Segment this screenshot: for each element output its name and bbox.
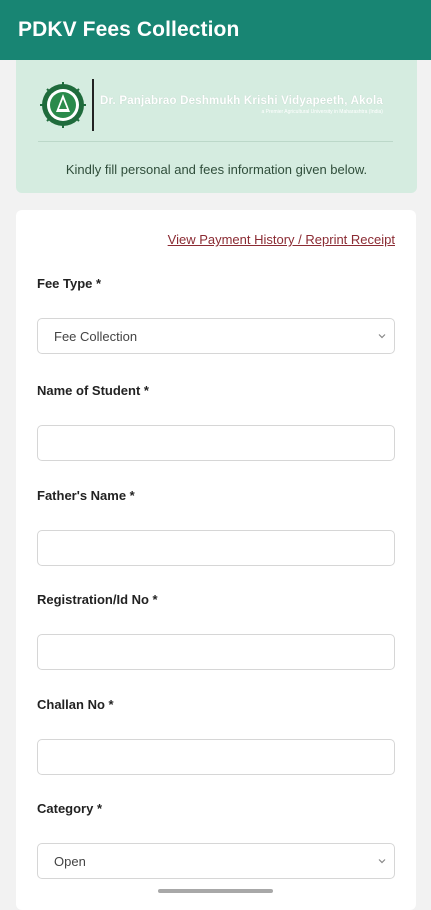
student-name-label: Name of Student *	[37, 383, 149, 398]
logo-divider	[92, 79, 94, 131]
category-label: Category *	[37, 801, 103, 816]
father-name-label: Father's Name *	[37, 488, 135, 503]
app-title: PDKV Fees Collection	[18, 18, 240, 41]
university-logo: Dr. Panjabrao Deshmukh Krishi Vidyapeeth…	[40, 72, 383, 138]
logo-text: Dr. Panjabrao Deshmukh Krishi Vidyapeeth…	[100, 95, 383, 115]
fee-type-value: Fee Collection	[54, 328, 138, 344]
challan-no-label: Challan No *	[37, 697, 114, 712]
category-value: Open	[54, 853, 86, 869]
institution-name: Dr. Panjabrao Deshmukh Krishi Vidyapeeth…	[100, 95, 383, 107]
category-select[interactable]: Open	[37, 843, 395, 879]
home-indicator[interactable]	[158, 889, 273, 893]
header-banner: Dr. Panjabrao Deshmukh Krishi Vidyapeeth…	[16, 60, 417, 193]
info-text: Kindly fill personal and fees informatio…	[65, 162, 368, 177]
registration-no-input[interactable]	[37, 634, 395, 670]
fee-type-select[interactable]: Fee Collection	[37, 318, 395, 354]
banner-divider	[38, 141, 393, 142]
chevron-down-icon	[378, 334, 386, 339]
university-emblem-icon	[40, 82, 86, 128]
fee-type-label: Fee Type *	[37, 276, 102, 291]
father-name-input[interactable]	[37, 530, 395, 566]
challan-no-input[interactable]	[37, 739, 395, 775]
payment-history-link[interactable]: View Payment History / Reprint Receipt	[168, 232, 395, 247]
chevron-down-icon	[378, 859, 386, 864]
institution-subtitle: a Premier Agricultural University in Mah…	[261, 109, 383, 115]
registration-no-label: Registration/Id No *	[37, 592, 158, 607]
form-card: View Payment History / Reprint Receipt F…	[16, 210, 416, 910]
student-name-input[interactable]	[37, 425, 395, 461]
app-bar: PDKV Fees Collection	[0, 0, 431, 60]
